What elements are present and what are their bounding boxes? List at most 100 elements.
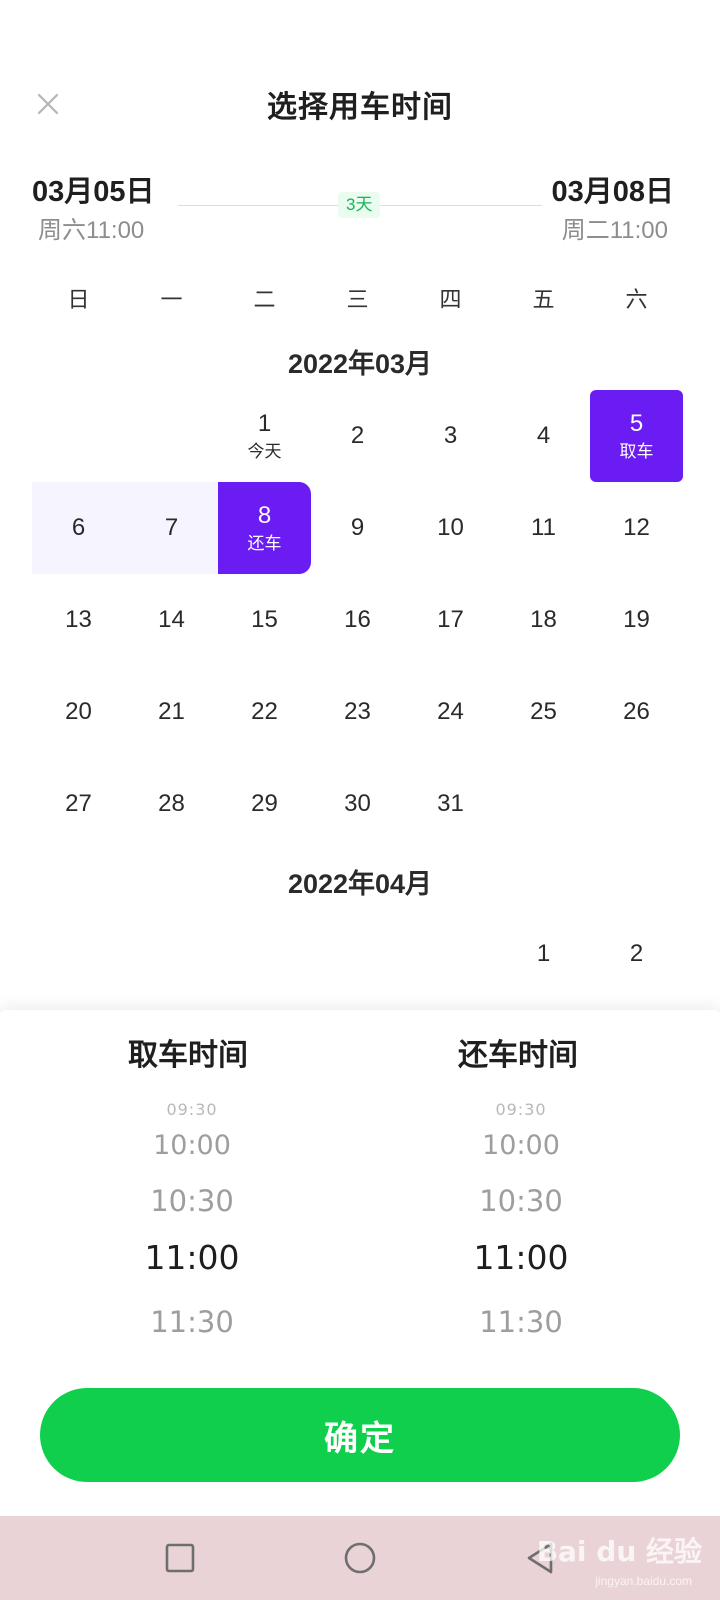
- day-number: 1: [536, 940, 551, 967]
- day-number: 4: [536, 422, 551, 449]
- start-date[interactable]: 03月05日: [32, 168, 155, 210]
- weekday-label: 五: [532, 287, 555, 312]
- day-number: 18: [530, 606, 557, 633]
- calendar-day-cell[interactable]: 28: [125, 758, 218, 850]
- time-option[interactable]: 10:00: [32, 1130, 352, 1161]
- day-number: 15: [251, 606, 278, 633]
- time-option[interactable]: 11:30: [361, 1305, 681, 1339]
- watermark-url: jingyan.baidu.com: [595, 1574, 692, 1588]
- day-number: 2: [350, 422, 365, 449]
- calendar-day-cell[interactable]: 11: [497, 482, 590, 574]
- calendar-empty-cell: [32, 908, 125, 1000]
- home-button[interactable]: [336, 1534, 384, 1582]
- time-option[interactable]: 09:30: [361, 1100, 681, 1119]
- weekday-header: 日 一 二 三 四 五 六: [32, 282, 683, 314]
- time-option[interactable]: 11:30: [32, 1305, 352, 1339]
- calendar-day-cell[interactable]: 13: [32, 574, 125, 666]
- calendar-day-cell[interactable]: 21: [125, 666, 218, 758]
- calendar-day-cell[interactable]: 19: [590, 574, 683, 666]
- calendar-day-cell[interactable]: 29: [218, 758, 311, 850]
- time-option[interactable]: 09:30: [32, 1100, 352, 1119]
- calendar-day-cell[interactable]: 7: [125, 482, 218, 574]
- pickup-time-wheel[interactable]: 09:30 10:00 10:30 11:00 11:30: [32, 1100, 352, 1340]
- calendar-day-cell[interactable]: 17: [404, 574, 497, 666]
- month-title: 2022年03月: [287, 349, 433, 379]
- day-number: 3: [443, 422, 458, 449]
- calendar-day-cell[interactable]: 30: [311, 758, 404, 850]
- day-number: 25: [530, 698, 557, 725]
- day-number: 30: [344, 790, 371, 817]
- recent-apps-button[interactable]: [156, 1534, 204, 1582]
- calendar-day-cell[interactable]: 27: [32, 758, 125, 850]
- square-icon: [165, 1543, 195, 1573]
- calendar-day-cell[interactable]: 2: [311, 390, 404, 482]
- month-title: 2022年04月: [287, 869, 433, 899]
- day-number: 10: [437, 514, 464, 541]
- day-number: 22: [251, 698, 278, 725]
- time-option-selected[interactable]: 11:00: [32, 1238, 352, 1277]
- day-number: 5: [629, 410, 644, 437]
- day-number: 6: [71, 514, 86, 541]
- watermark-logo: Bai du 经验: [536, 1535, 702, 1568]
- calendar-empty-cell: [125, 908, 218, 1000]
- calendar-day-cell[interactable]: 1 今天: [218, 390, 311, 482]
- calendar-day-cell[interactable]: 4: [497, 390, 590, 482]
- day-number: 17: [437, 606, 464, 633]
- calendar-empty-cell: [218, 908, 311, 1000]
- day-number: 23: [344, 698, 371, 725]
- return-time-wheel[interactable]: 09:30 10:00 10:30 11:00 11:30: [361, 1100, 681, 1340]
- calendar-day-cell[interactable]: 18: [497, 574, 590, 666]
- calendar-day-cell[interactable]: 12: [590, 482, 683, 574]
- day-number: 29: [251, 790, 278, 817]
- start-time: 周六11:00: [38, 217, 145, 244]
- day-number: 20: [65, 698, 92, 725]
- weekday-label: 二: [253, 287, 276, 312]
- calendar-empty-cell: [125, 390, 218, 482]
- calendar-grid-march: 1 今天 2 3 4 5 取车 6 7 8 还车 9 10 11 12 13 14 15 16 17 18 19 20 21 2…: [32, 390, 683, 850]
- calendar-day-cell[interactable]: 26: [590, 666, 683, 758]
- calendar-day-cell[interactable]: 25: [497, 666, 590, 758]
- calendar-day-cell[interactable]: 22: [218, 666, 311, 758]
- weekday-label: 三: [346, 287, 369, 312]
- day-caption: 取车: [619, 442, 654, 461]
- calendar-day-cell[interactable]: 2: [590, 908, 683, 1000]
- calendar-day-cell[interactable]: 3: [404, 390, 497, 482]
- page-title: 选择用车时间: [267, 91, 453, 124]
- calendar-day-cell[interactable]: 24: [404, 666, 497, 758]
- return-time-title: 还车时间: [458, 1039, 578, 1072]
- calendar-grid-april: 12: [32, 908, 683, 1000]
- time-option[interactable]: 10:30: [32, 1184, 352, 1218]
- calendar-day-cell[interactable]: 1: [497, 908, 590, 1000]
- calendar-day-cell[interactable]: 23: [311, 666, 404, 758]
- calendar-day-cell[interactable]: 6: [32, 482, 125, 574]
- calendar-day-cell[interactable]: 16: [311, 574, 404, 666]
- return-day-cell[interactable]: 8 还车: [218, 482, 311, 574]
- weekday-label: 四: [439, 287, 462, 312]
- pickup-time-title: 取车时间: [128, 1039, 248, 1072]
- days-count-badge: 3天: [338, 192, 381, 218]
- weekday-label: 六: [625, 287, 648, 312]
- calendar-empty-cell: [32, 390, 125, 482]
- end-time: 周二11:00: [561, 217, 668, 244]
- day-number: 14: [158, 606, 185, 633]
- calendar-day-cell[interactable]: 20: [32, 666, 125, 758]
- calendar-day-cell[interactable]: 31: [404, 758, 497, 850]
- weekday-label: 一: [160, 287, 183, 312]
- end-date[interactable]: 03月08日: [551, 168, 674, 210]
- time-option[interactable]: 10:30: [361, 1184, 681, 1218]
- time-option-selected[interactable]: 11:00: [361, 1238, 681, 1277]
- calendar-day-cell[interactable]: 9: [311, 482, 404, 574]
- calendar-day-cell[interactable]: 14: [125, 574, 218, 666]
- day-number: 7: [164, 514, 179, 541]
- calendar-empty-cell: [404, 908, 497, 1000]
- time-option[interactable]: 10:00: [361, 1130, 681, 1161]
- confirm-button[interactable]: 确定: [40, 1388, 680, 1482]
- pickup-day-cell[interactable]: 5 取车: [590, 390, 683, 482]
- day-number: 12: [623, 514, 650, 541]
- day-number: 16: [344, 606, 371, 633]
- calendar-day-cell[interactable]: 15: [218, 574, 311, 666]
- day-number: 13: [65, 606, 92, 633]
- day-caption: 还车: [247, 534, 282, 553]
- calendar-day-cell[interactable]: 10: [404, 482, 497, 574]
- system-nav-bar: Bai du 经验 jingyan.baidu.com: [0, 1516, 720, 1600]
